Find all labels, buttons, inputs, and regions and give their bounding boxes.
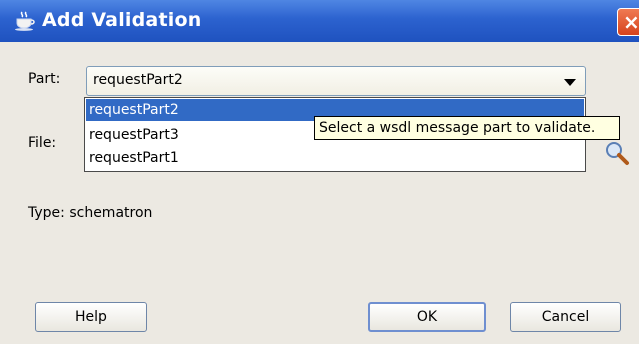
part-combobox-value: requestPart2 — [93, 72, 183, 88]
coffee-cup-icon — [15, 11, 35, 31]
title-bar: Add Validation × — [0, 0, 639, 42]
ok-button[interactable]: OK — [368, 302, 486, 332]
part-label: Part: — [28, 71, 61, 87]
close-button[interactable]: × — [617, 8, 639, 36]
tooltip: Select a wsdl message part to validate. — [314, 116, 620, 140]
chevron-down-icon[interactable] — [564, 79, 576, 86]
dialog-title: Add Validation — [42, 9, 202, 31]
dropdown-option[interactable]: requestPart1 — [86, 147, 584, 169]
file-label: File: — [28, 135, 57, 151]
magnifier-icon[interactable] — [604, 140, 630, 166]
add-validation-dialog: Add Validation × Part: requestPart2 File… — [0, 0, 639, 344]
help-button[interactable]: Help — [35, 302, 147, 332]
type-text: Type: schematron — [28, 205, 153, 221]
close-icon: × — [623, 10, 639, 34]
cancel-button[interactable]: Cancel — [510, 302, 621, 332]
part-combobox[interactable]: requestPart2 — [86, 66, 586, 96]
